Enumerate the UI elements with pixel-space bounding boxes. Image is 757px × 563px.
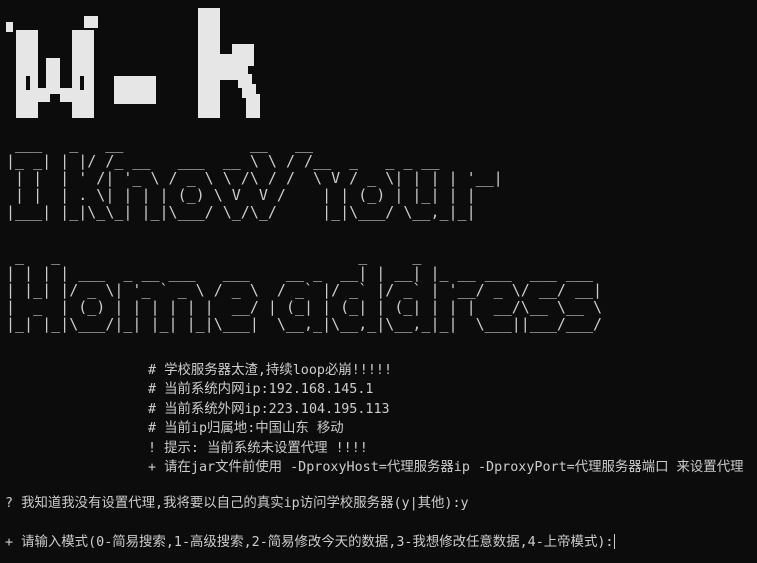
mode-prompt-text: + 请输入模式(0-简易搜索,1-高级搜索,2-简易修改今天的数据,3-我想修改…	[5, 535, 614, 550]
ascii-banner-home-address: _ _ _ _ | | | | ___ _ __ ___ ___ __ _ __…	[6, 247, 603, 333]
info-ip-location: # 当前ip归属地:中国山东 移动	[148, 421, 344, 437]
mode-input-prompt[interactable]: + 请输入模式(0-简易搜索,1-高级搜索,2-简易修改今天的数据,3-我想修改…	[5, 533, 616, 552]
wk-logo-graphic	[6, 8, 260, 118]
text-cursor	[614, 534, 616, 549]
info-internal-ip: # 当前系统内网ip:192.168.145.1	[148, 382, 374, 398]
proxy-confirm-prompt: ? 我知道我没有设置代理,我将要以自己的真实ip访问学校服务器(y|其他):y	[5, 496, 469, 511]
info-proxy-warning: ! 提示: 当前系统未设置代理 !!!!	[148, 440, 368, 456]
info-proxy-hint: + 请在jar文件前使用 -DproxyHost=代理服务器ip -Dproxy…	[148, 460, 744, 476]
info-external-ip: # 当前系统外网ip:223.104.195.113	[148, 401, 390, 417]
ascii-banner-i-know-your: ___ _ __ __ __ |_ _| | |/ /_ __ ___ __ \…	[6, 135, 503, 221]
info-server-warning: # 学校服务器太渣,持续loop必崩!!!!!	[148, 363, 393, 378]
system-info-block: # 学校服务器太渣,持续loop必崩!!!!! # 当前系统内网ip:192.1…	[148, 361, 753, 477]
terminal-window[interactable]: W-k ___ _ __ __ __ |_ _| | |/ /_ __ ___ …	[0, 0, 757, 563]
wk-logo: W-k	[6, 8, 266, 122]
